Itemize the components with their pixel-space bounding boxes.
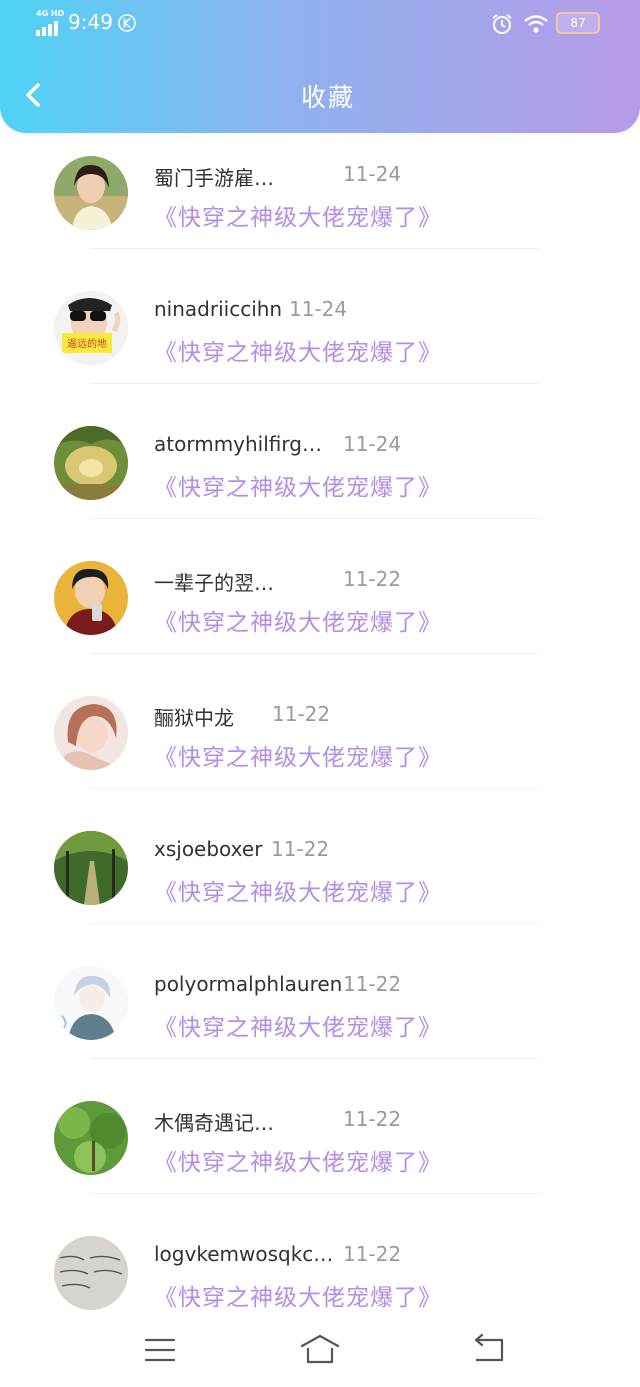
k-icon xyxy=(118,14,136,32)
avatar[interactable] xyxy=(54,156,128,230)
divider xyxy=(90,1058,540,1059)
page-title: 收藏 xyxy=(300,83,355,112)
divider xyxy=(90,788,540,789)
back-icon[interactable] xyxy=(466,1332,510,1368)
home-icon[interactable] xyxy=(298,1332,342,1368)
divider xyxy=(90,248,540,249)
date: 11-22 xyxy=(343,1107,402,1131)
avatar[interactable] xyxy=(54,831,128,905)
divider xyxy=(90,383,540,384)
battery-level: 87 xyxy=(570,16,586,30)
status-bar: 4G HD 9:49 87 xyxy=(0,0,640,48)
menu-icon[interactable] xyxy=(138,1332,182,1368)
divider xyxy=(90,653,540,654)
wifi-icon xyxy=(524,15,548,33)
clock-time: 9:49 xyxy=(68,10,113,34)
username: 一辈子的翌… xyxy=(154,571,274,595)
username: atormmyhilfirg… xyxy=(154,432,322,456)
username: 酾狱中龙 xyxy=(154,706,234,730)
date: 11-24 xyxy=(343,162,402,186)
avatar[interactable] xyxy=(54,1101,128,1175)
list-item[interactable]: polyormalphlauren 11-22 《快穿之神级大佬宠爆了》 xyxy=(0,962,640,1096)
date: 11-22 xyxy=(272,702,331,726)
book-title[interactable]: 《快穿之神级大佬宠爆了》 xyxy=(154,1143,442,1177)
username: polyormalphlauren xyxy=(154,972,343,996)
list-item[interactable]: 一辈子的翌… 11-22 《快穿之神级大佬宠爆了》 xyxy=(0,557,640,691)
battery-icon: 87 xyxy=(556,12,600,34)
avatar[interactable] xyxy=(54,426,128,500)
signal-icon xyxy=(36,21,58,36)
avatar-text: 遥远的地 xyxy=(67,337,107,350)
divider xyxy=(90,923,540,924)
list-item[interactable]: 蜀门手游雇… 11-24 《快穿之神级大佬宠爆了》 xyxy=(0,152,640,286)
book-title[interactable]: 《快穿之神级大佬宠爆了》 xyxy=(154,468,442,502)
avatar[interactable] xyxy=(54,696,128,770)
username: 蜀门手游雇… xyxy=(154,166,274,190)
book-title[interactable]: 《快穿之神级大佬宠爆了》 xyxy=(154,1008,442,1042)
system-nav-bar xyxy=(0,1310,640,1387)
book-title[interactable]: 《快穿之神级大佬宠爆了》 xyxy=(154,1278,442,1310)
avatar[interactable] xyxy=(54,966,128,1040)
favorites-screen: 4G HD 9:49 87 收藏 蜀门手游雇… 11-24 《快穿之神级大佬宠爆… xyxy=(0,0,640,1387)
username: xsjoeboxer xyxy=(154,837,263,861)
list-item[interactable]: atormmyhilfirg… 11-24 《快穿之神级大佬宠爆了》 xyxy=(0,422,640,556)
list-item[interactable]: 遥远的地 ninadriiccihn 11-24 《快穿之神级大佬宠爆了》 xyxy=(0,287,640,421)
username: logvkemwosqkc… xyxy=(154,1242,334,1266)
book-title[interactable]: 《快穿之神级大佬宠爆了》 xyxy=(154,198,442,232)
username: ninadriiccihn xyxy=(154,297,283,321)
avatar[interactable]: 遥远的地 xyxy=(54,291,128,365)
avatar[interactable] xyxy=(54,1236,128,1310)
book-title[interactable]: 《快穿之神级大佬宠爆了》 xyxy=(154,603,442,637)
divider xyxy=(90,1193,540,1194)
date: 11-22 xyxy=(271,837,330,861)
book-title[interactable]: 《快穿之神级大佬宠爆了》 xyxy=(154,738,442,772)
date: 11-24 xyxy=(289,297,348,321)
date: 11-24 xyxy=(343,432,402,456)
book-title[interactable]: 《快穿之神级大佬宠爆了》 xyxy=(154,873,442,907)
avatar[interactable] xyxy=(54,561,128,635)
alarm-icon xyxy=(492,14,512,34)
list-item[interactable]: logvkemwosqkc… 11-22 《快穿之神级大佬宠爆了》 xyxy=(0,1232,640,1310)
list-item[interactable]: xsjoeboxer 11-22 《快穿之神级大佬宠爆了》 xyxy=(0,827,640,961)
list-item[interactable]: 酾狱中龙 11-22 《快穿之神级大佬宠爆了》 xyxy=(0,692,640,826)
username: 木偶奇遇记… xyxy=(154,1111,274,1135)
date: 11-22 xyxy=(343,567,402,591)
date: 11-22 xyxy=(343,972,402,996)
book-title[interactable]: 《快穿之神级大佬宠爆了》 xyxy=(154,333,442,367)
app-header: 4G HD 9:49 87 收藏 xyxy=(0,0,640,133)
list-item[interactable]: 木偶奇遇记… 11-22 《快穿之神级大佬宠爆了》 xyxy=(0,1097,640,1231)
divider xyxy=(90,518,540,519)
date: 11-22 xyxy=(343,1242,402,1266)
nav-bar: 收藏 xyxy=(0,58,640,133)
favorites-list: 蜀门手游雇… 11-24 《快穿之神级大佬宠爆了》 遥远的地 ninadriic xyxy=(0,150,640,1310)
